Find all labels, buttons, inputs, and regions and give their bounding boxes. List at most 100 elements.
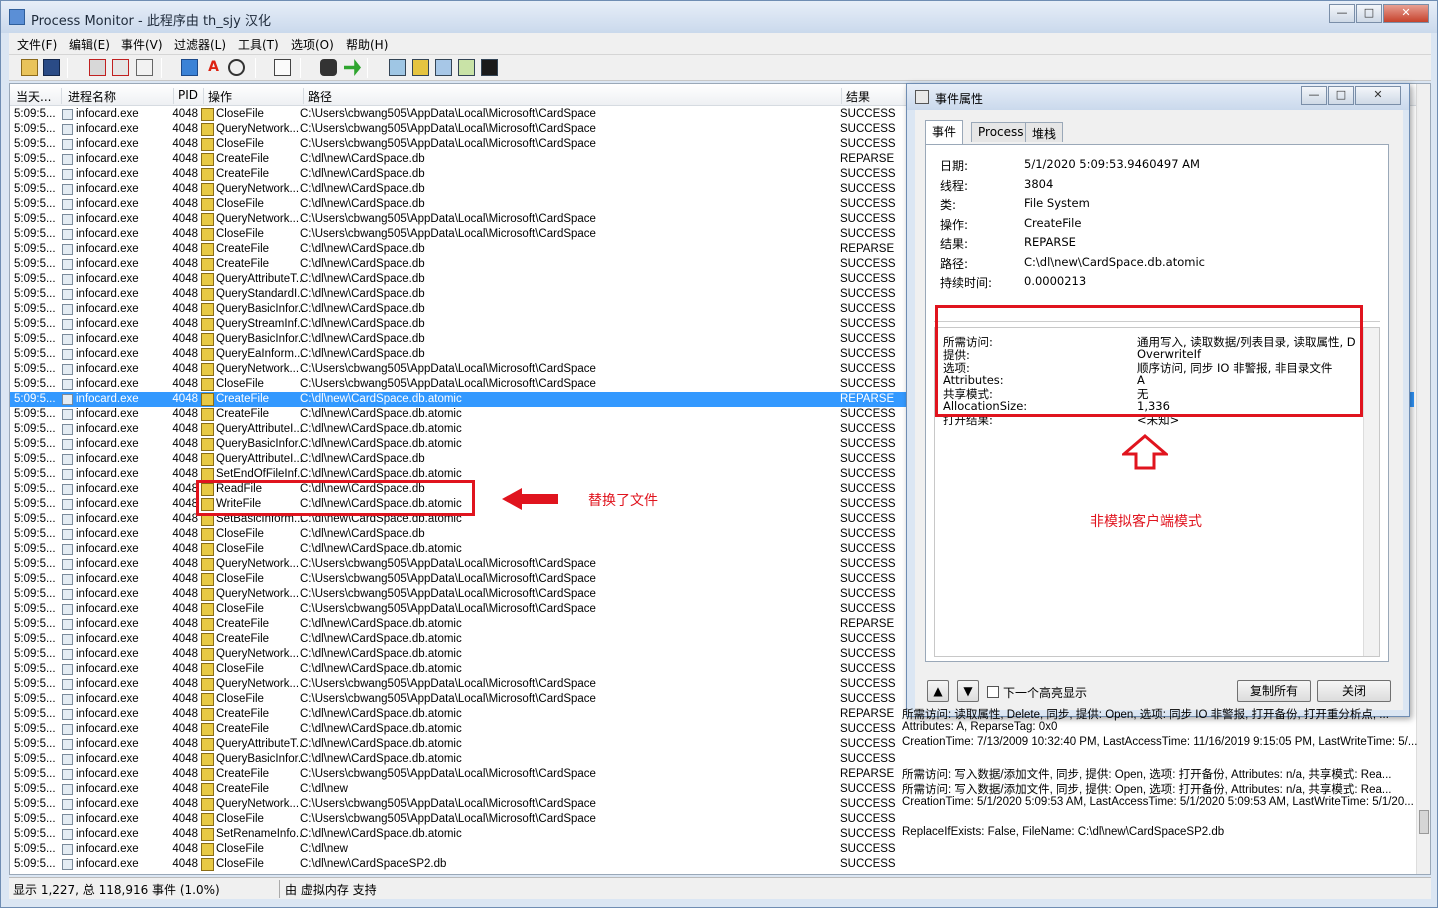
col-operation[interactable]: 操作 bbox=[204, 88, 304, 104]
process-icon bbox=[62, 304, 73, 315]
menu-options[interactable]: 选项(O) bbox=[291, 36, 334, 53]
dialog-minimize-button[interactable]: — bbox=[1301, 86, 1327, 105]
cell-operation: QueryAttributeI... bbox=[216, 423, 303, 435]
cell-process: infocard.exe bbox=[76, 858, 139, 870]
cell-result: SUCCESS bbox=[840, 423, 896, 435]
details-scrollbar[interactable] bbox=[1363, 328, 1379, 656]
cell-operation: CreateFile bbox=[216, 153, 270, 165]
process-icon bbox=[62, 154, 73, 165]
col-pid[interactable]: PID bbox=[174, 88, 204, 104]
find-icon[interactable] bbox=[320, 59, 337, 76]
table-row[interactable]: 5:09:5... infocard.exe 4048 CloseFile C:\dl\… bbox=[10, 857, 1414, 872]
cell-pid: 4048 bbox=[172, 243, 198, 255]
cell-time: 5:09:5... bbox=[14, 348, 56, 360]
cell-result: SUCCESS bbox=[840, 468, 896, 480]
cell-pid: 4048 bbox=[172, 423, 198, 435]
highlight-icon[interactable]: A bbox=[205, 59, 222, 76]
process-activity-icon[interactable] bbox=[458, 59, 475, 76]
cell-time: 5:09:5... bbox=[14, 213, 56, 225]
process-icon bbox=[62, 499, 73, 510]
cell-path: C:\Users\cbwang505\AppData\Local\Microso… bbox=[300, 558, 596, 570]
process-icon bbox=[62, 619, 73, 630]
field-value: File System bbox=[1024, 196, 1090, 210]
file-system-icon[interactable] bbox=[412, 59, 429, 76]
menu-filter[interactable]: 过滤器(L) bbox=[174, 36, 226, 53]
cell-process: infocard.exe bbox=[76, 693, 139, 705]
cell-pid: 4048 bbox=[172, 303, 198, 315]
file-system-icon bbox=[201, 438, 214, 451]
cell-time: 5:09:5... bbox=[14, 303, 56, 315]
cell-time: 5:09:5... bbox=[14, 228, 56, 240]
dialog-close-button[interactable]: ✕ bbox=[1355, 86, 1401, 105]
col-path[interactable]: 路径 bbox=[304, 88, 842, 104]
cell-time: 5:09:5... bbox=[14, 273, 56, 285]
col-result[interactable]: 结果 bbox=[842, 88, 912, 104]
cell-pid: 4048 bbox=[172, 123, 198, 135]
cell-time: 5:09:5... bbox=[14, 603, 56, 615]
jump-icon[interactable] bbox=[344, 59, 361, 76]
registry-icon[interactable] bbox=[389, 59, 406, 76]
cell-path: C:\Users\cbwang505\AppData\Local\Microso… bbox=[300, 768, 596, 780]
capture-icon[interactable] bbox=[89, 59, 106, 76]
cell-time: 5:09:5... bbox=[14, 588, 56, 600]
profiling-icon[interactable] bbox=[481, 59, 498, 76]
menu-file[interactable]: 文件(F) bbox=[17, 36, 57, 53]
file-system-icon bbox=[201, 318, 214, 331]
cell-result: REPARSE bbox=[840, 618, 895, 630]
next-event-button[interactable]: ▼ bbox=[957, 680, 979, 702]
cell-pid: 4048 bbox=[172, 198, 198, 210]
cell-path: C:\dl\new\CardSpace.db bbox=[300, 273, 425, 285]
cell-operation: CreateFile bbox=[216, 393, 270, 405]
maximize-button[interactable]: □ bbox=[1356, 4, 1382, 23]
autoscroll-icon[interactable] bbox=[112, 59, 129, 76]
vertical-scrollbar[interactable] bbox=[1416, 84, 1430, 874]
file-system-icon bbox=[201, 183, 214, 196]
copy-all-button[interactable]: 复制所有 bbox=[1237, 680, 1311, 702]
open-icon[interactable] bbox=[21, 59, 38, 76]
table-row[interactable]: 5:09:5... infocard.exe 4048 QueryBasicInfor… bbox=[10, 752, 1414, 767]
table-row[interactable]: 5:09:5... infocard.exe 4048 CreateFile C:\dl… bbox=[10, 722, 1414, 737]
tab-stack[interactable]: 堆栈 bbox=[1025, 122, 1064, 142]
close-dialog-button[interactable]: 关闭 bbox=[1317, 680, 1391, 702]
network-icon[interactable] bbox=[228, 59, 245, 76]
dialog-restore-button[interactable]: □ bbox=[1328, 86, 1354, 105]
process-icon bbox=[62, 724, 73, 735]
menu-edit[interactable]: 编辑(E) bbox=[69, 36, 110, 53]
tab-process[interactable]: Process bbox=[971, 122, 1031, 142]
cell-path: C:\dl\new\CardSpace.db bbox=[300, 183, 425, 195]
clear-icon[interactable] bbox=[136, 59, 153, 76]
process-icon bbox=[62, 679, 73, 690]
prev-event-button[interactable]: ▲ bbox=[927, 680, 949, 702]
properties-icon[interactable] bbox=[274, 59, 291, 76]
col-process[interactable]: 进程名称 bbox=[64, 88, 174, 104]
cell-result: SUCCESS bbox=[840, 348, 896, 360]
process-icon bbox=[62, 784, 73, 795]
network-activity-icon[interactable] bbox=[435, 59, 452, 76]
save-icon[interactable] bbox=[43, 59, 60, 76]
process-icon bbox=[62, 664, 73, 675]
tab-event[interactable]: 事件 bbox=[925, 120, 964, 144]
minimize-button[interactable]: — bbox=[1329, 4, 1355, 23]
cell-time: 5:09:5... bbox=[14, 183, 56, 195]
next-highlight-checkbox[interactable] bbox=[987, 686, 999, 698]
status-event-count: 显示 1,227, 总 118,916 事件 (1.0%) bbox=[13, 883, 220, 897]
menu-tools[interactable]: 工具(T) bbox=[238, 36, 279, 53]
table-row[interactable]: 5:09:5... infocard.exe 4048 CloseFile C:\dl\… bbox=[10, 842, 1414, 857]
table-row[interactable]: 5:09:5... infocard.exe 4048 CloseFile C:\Use… bbox=[10, 812, 1414, 827]
menu-help[interactable]: 帮助(H) bbox=[346, 36, 388, 53]
file-system-icon bbox=[201, 843, 214, 856]
cell-path: C:\dl\new\CardSpace.db bbox=[300, 453, 425, 465]
cell-time: 5:09:5... bbox=[14, 843, 56, 855]
filter-icon[interactable] bbox=[181, 59, 198, 76]
menu-event[interactable]: 事件(V) bbox=[121, 36, 163, 53]
cell-time: 5:09:5... bbox=[14, 378, 56, 390]
col-time[interactable]: 当天... bbox=[12, 88, 62, 104]
detail-text: CreationTime: 5/1/2020 5:09:53 AM, LastA… bbox=[902, 796, 1414, 808]
cell-process: infocard.exe bbox=[76, 243, 139, 255]
cell-operation: QueryBasicInfor... bbox=[216, 333, 304, 345]
scroll-thumb[interactable] bbox=[1419, 810, 1429, 834]
process-icon bbox=[62, 259, 73, 270]
close-button[interactable]: ✕ bbox=[1383, 4, 1429, 23]
cell-time: 5:09:5... bbox=[14, 513, 56, 525]
cell-result: SUCCESS bbox=[840, 453, 896, 465]
